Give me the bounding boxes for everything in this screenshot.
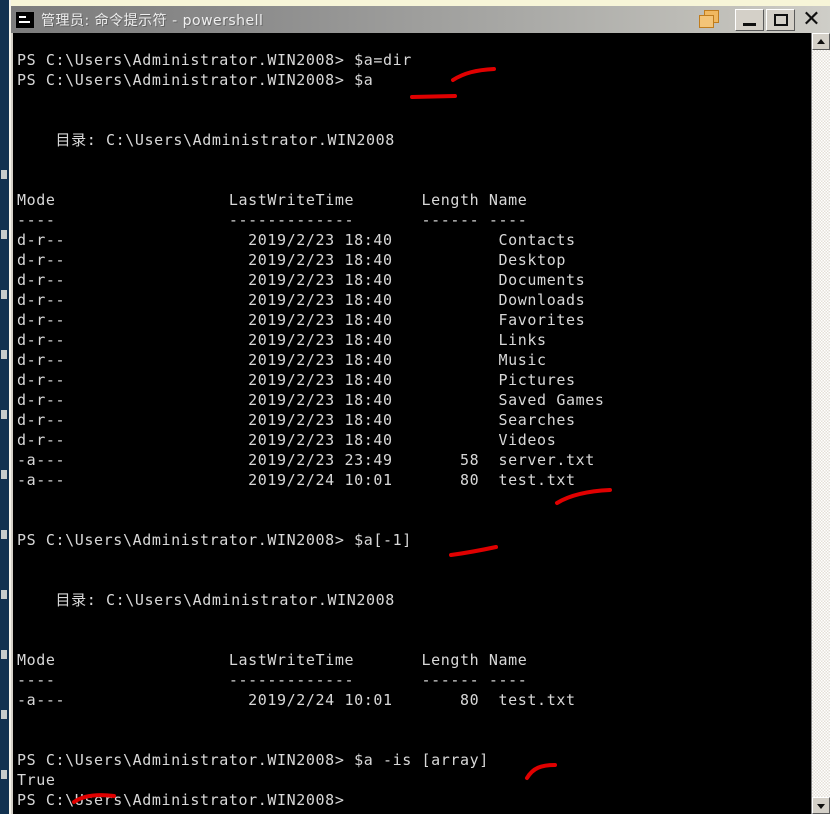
window-controls: ✕ xyxy=(735,6,830,32)
console-window: 管理员: 命令提示符 - powershell ✕ PS C:\Users\Ad… xyxy=(9,0,830,814)
close-button[interactable]: ✕ xyxy=(797,6,826,32)
chevron-up-icon xyxy=(817,38,825,44)
scroll-down-button[interactable] xyxy=(812,797,830,814)
folder-icon xyxy=(697,9,723,31)
console-icon[interactable] xyxy=(15,10,35,29)
desktop-left-strip xyxy=(0,0,9,814)
title-bar[interactable]: 管理员: 命令提示符 - powershell ✕ xyxy=(11,6,830,33)
maximize-button[interactable] xyxy=(766,8,795,31)
close-icon: ✕ xyxy=(802,6,821,32)
console-output-area[interactable]: PS C:\Users\Administrator.WIN2008> $a=di… xyxy=(13,33,813,814)
console-text: PS C:\Users\Administrator.WIN2008> $a=di… xyxy=(17,51,605,809)
window-title: 管理员: 命令提示符 - powershell xyxy=(41,12,264,29)
vertical-scrollbar[interactable] xyxy=(811,33,830,814)
minimize-button[interactable] xyxy=(735,8,764,31)
chevron-down-icon xyxy=(817,803,825,809)
scrollbar-track[interactable] xyxy=(812,50,830,797)
desktop-background: 管理员: 命令提示符 - powershell ✕ PS C:\Users\Ad… xyxy=(0,0,830,814)
scroll-up-button[interactable] xyxy=(812,33,830,50)
maximize-icon xyxy=(774,13,788,26)
minimize-icon xyxy=(743,22,756,26)
